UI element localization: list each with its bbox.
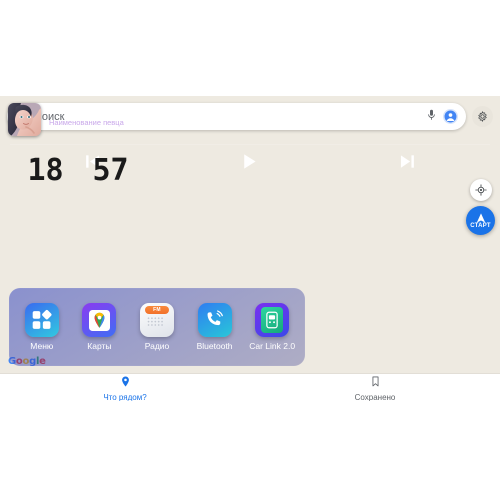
bluetooth-phone-icon [197, 303, 232, 337]
app-label: Меню [30, 341, 54, 351]
app-shortcut-car-link[interactable]: Car Link 2.0 [246, 303, 298, 351]
clock-minutes-tile: 57 [87, 148, 134, 193]
grid-menu-icon [24, 303, 59, 337]
fm-radio-icon: FM [139, 303, 174, 337]
app-shortcut-menu[interactable]: Меню [16, 303, 68, 351]
app-label: Карты [87, 341, 112, 351]
app-shortcut-radio[interactable]: FM Радио [131, 303, 183, 351]
app-shortcut-maps[interactable]: Карты [73, 303, 125, 351]
clock-hours-tile: 18 [22, 148, 69, 193]
radio-band-badge: FM [153, 307, 161, 313]
app-shortcuts-row: Меню Карты FM Радио Bluetooth Car Link 2… [9, 288, 305, 366]
clock-minutes: 57 [92, 152, 129, 188]
app-shortcut-bluetooth[interactable]: Bluetooth [189, 303, 241, 351]
app-label: Bluetooth [196, 341, 233, 351]
clock-hours: 18 [27, 152, 64, 188]
google-maps-icon [82, 303, 117, 337]
car-head-unit-home-screen: 18:57 18 [0, 96, 500, 401]
app-label: Радио [144, 341, 170, 351]
app-shortcuts-panel: Меню Карты FM Радио Bluetooth Car Link 2… [9, 288, 305, 366]
car-link-icon [255, 303, 290, 337]
app-label: Car Link 2.0 [249, 341, 296, 351]
